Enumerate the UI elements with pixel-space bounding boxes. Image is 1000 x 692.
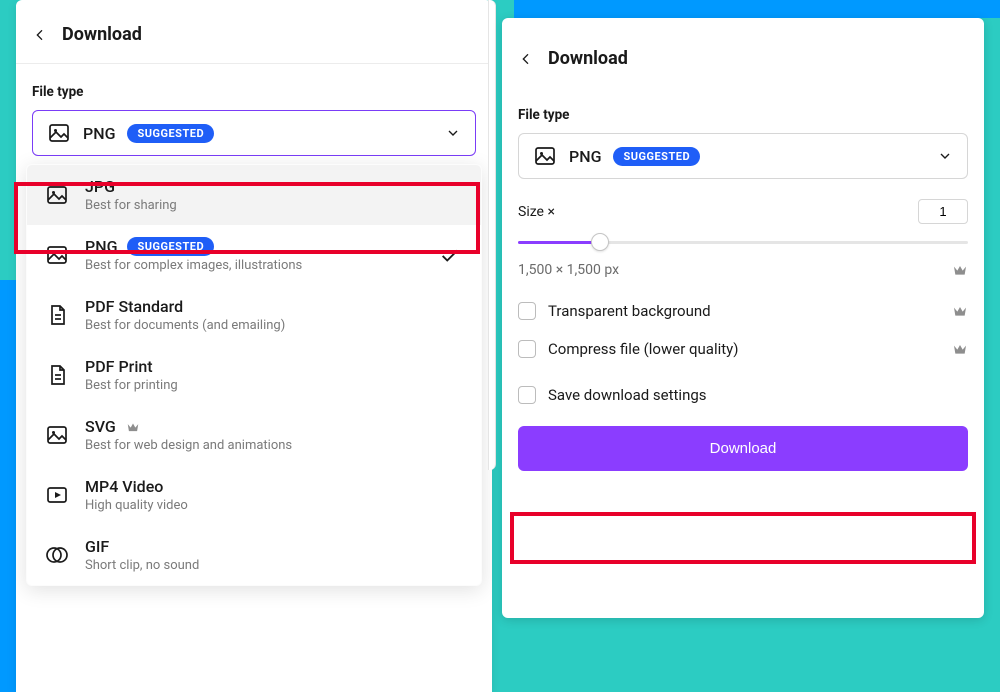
option-name: PDF Print xyxy=(85,357,153,376)
image-icon xyxy=(45,423,69,447)
crown-icon xyxy=(952,262,968,278)
size-slider[interactable] xyxy=(502,230,984,254)
option-name: SVG xyxy=(85,417,116,436)
filetype-option-mp4-video[interactable]: MP4 Video High quality video xyxy=(27,465,481,525)
panel-header: Download xyxy=(16,0,492,63)
compress-row: Compress file (lower quality) xyxy=(502,330,984,368)
save-settings-row: Save download settings xyxy=(502,376,984,414)
option-name: JPG xyxy=(85,177,115,196)
option-sub: Best for complex images, illustrations xyxy=(85,258,302,273)
crown-icon xyxy=(952,341,968,357)
download-panel-right: Download File type PNG SUGGESTED Size × … xyxy=(502,18,984,618)
transparent-bg-checkbox[interactable] xyxy=(518,302,536,320)
filetype-dropdown: JPG Best for sharing PNG SUGGESTED Best for … xyxy=(26,164,482,586)
option-name: MP4 Video xyxy=(85,477,163,496)
option-name: GIF xyxy=(85,537,109,556)
suggested-badge: SUGGESTED xyxy=(127,124,214,143)
document-icon xyxy=(45,363,69,387)
file-type-select[interactable]: PNG SUGGESTED xyxy=(32,110,476,156)
page-title: Download xyxy=(548,48,628,69)
filetype-option-pdf-print[interactable]: PDF Print Best for printing xyxy=(27,345,481,405)
document-icon xyxy=(45,303,69,327)
check-icon xyxy=(439,244,461,266)
filetype-option-png[interactable]: PNG SUGGESTED Best for complex images, ill… xyxy=(27,225,481,285)
option-sub: Best for sharing xyxy=(85,198,177,213)
filetype-option-jpg[interactable]: JPG Best for sharing xyxy=(27,165,481,225)
back-icon[interactable] xyxy=(32,27,48,43)
file-type-label: File type xyxy=(518,87,968,133)
download-panel-left: Download File type PNG SUGGESTED JPG Best… xyxy=(16,0,492,692)
crown-icon xyxy=(126,420,140,434)
dimensions-text: 1,500 × 1,500 px xyxy=(518,262,619,278)
filetype-option-pdf-standard[interactable]: PDF Standard Best for documents (and emai… xyxy=(27,285,481,345)
transparent-bg-label: Transparent background xyxy=(548,302,711,320)
slider-thumb[interactable] xyxy=(591,233,609,251)
dimensions-row: 1,500 × 1,500 px xyxy=(502,254,984,278)
selected-filetype: PNG xyxy=(569,147,601,166)
filetype-option-svg[interactable]: SVG Best for web design and animations xyxy=(27,405,481,465)
size-row: Size × xyxy=(502,179,984,230)
compress-checkbox[interactable] xyxy=(518,340,536,358)
size-label: Size × xyxy=(518,204,555,220)
option-name: PDF Standard xyxy=(85,297,183,316)
option-sub: High quality video xyxy=(85,498,188,513)
compress-label: Compress file (lower quality) xyxy=(548,340,738,358)
image-icon xyxy=(45,183,69,207)
size-input[interactable] xyxy=(918,199,968,224)
image-icon xyxy=(47,121,71,145)
slider-track xyxy=(518,241,968,244)
image-icon xyxy=(45,243,69,267)
chevron-down-icon xyxy=(937,148,953,164)
selected-filetype: PNG xyxy=(83,124,115,143)
filetype-option-gif[interactable]: GIF Short clip, no sound xyxy=(27,525,481,585)
decoration xyxy=(0,280,16,692)
video-icon xyxy=(45,483,69,507)
back-icon[interactable] xyxy=(518,51,534,67)
option-sub: Best for printing xyxy=(85,378,178,393)
file-type-label: File type xyxy=(32,64,476,110)
suggested-badge: SUGGESTED xyxy=(127,237,214,256)
chevron-down-icon xyxy=(445,125,461,141)
save-settings-checkbox[interactable] xyxy=(518,386,536,404)
suggested-badge: SUGGESTED xyxy=(613,147,700,166)
file-type-select[interactable]: PNG SUGGESTED xyxy=(518,133,968,179)
decoration xyxy=(514,0,1000,18)
option-sub: Best for documents (and emailing) xyxy=(85,318,285,333)
image-icon xyxy=(533,144,557,168)
transparent-bg-row: Transparent background xyxy=(502,292,984,330)
option-name: PNG xyxy=(85,237,117,256)
save-settings-label: Save download settings xyxy=(548,386,707,404)
gif-icon xyxy=(45,543,69,567)
panel-divider xyxy=(488,0,496,470)
panel-header: Download xyxy=(502,18,984,87)
crown-icon xyxy=(952,303,968,319)
page-title: Download xyxy=(62,24,142,45)
option-sub: Best for web design and animations xyxy=(85,438,292,453)
option-sub: Short clip, no sound xyxy=(85,558,199,573)
download-button[interactable]: Download xyxy=(518,426,968,471)
